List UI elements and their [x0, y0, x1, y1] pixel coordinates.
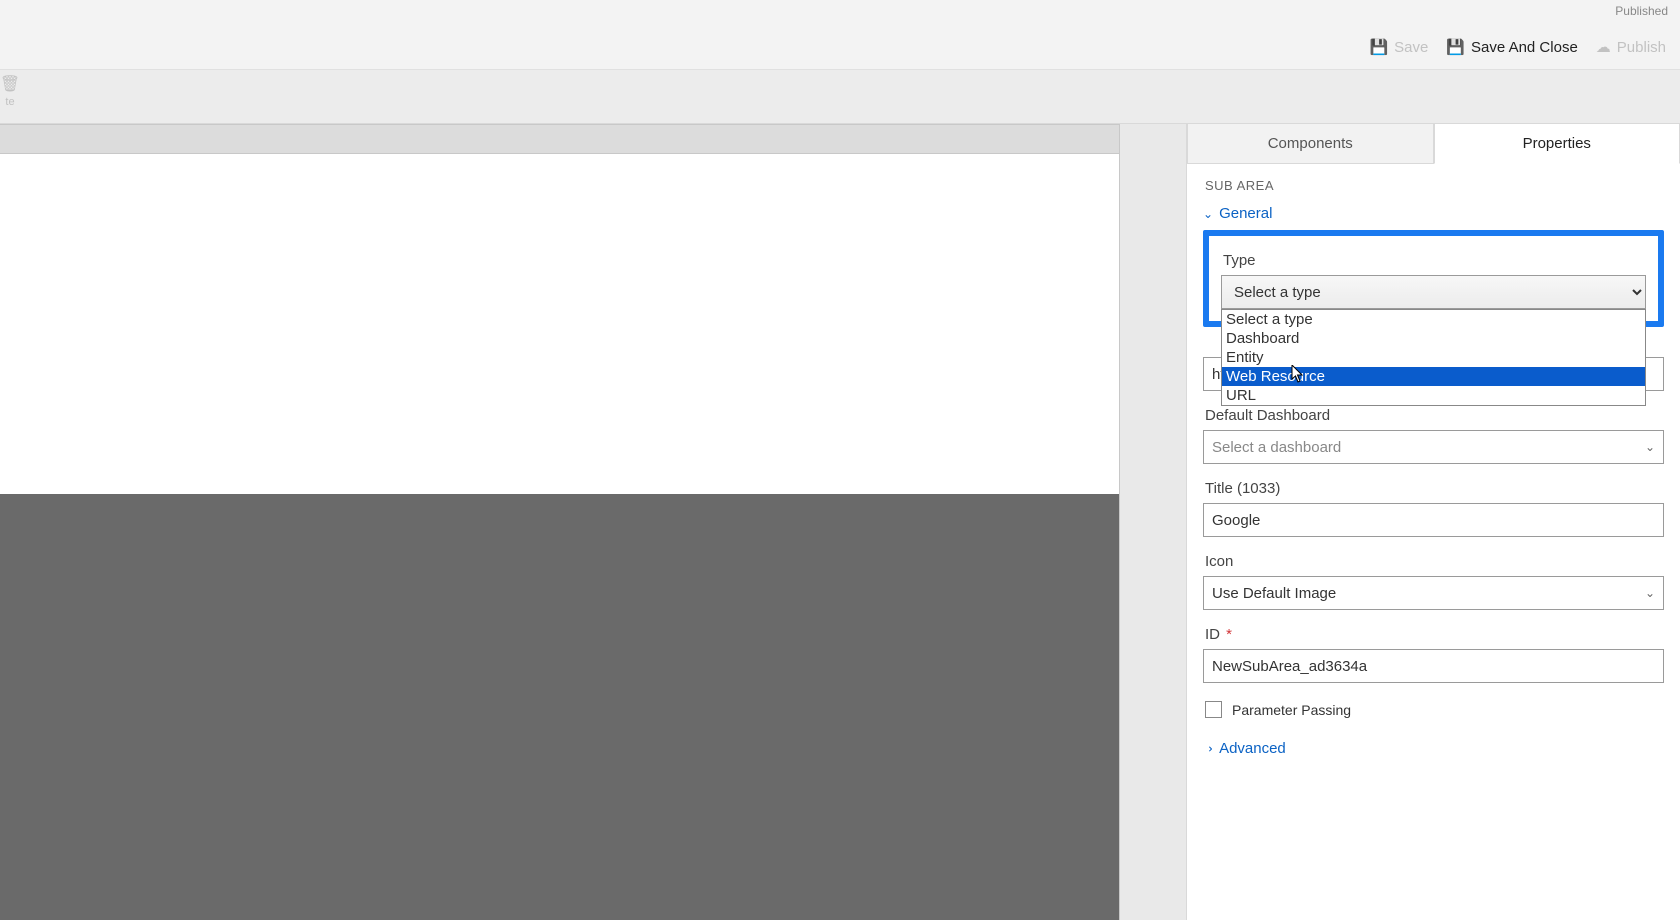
save-and-close-button[interactable]: 💾 Save And Close — [1446, 39, 1577, 56]
tab-components-label: Components — [1268, 135, 1353, 152]
chevron-right-icon: ⌄ — [1201, 743, 1215, 753]
status-published: Published — [1615, 4, 1668, 18]
default-dashboard-label: Default Dashboard — [1205, 407, 1664, 424]
default-dashboard-placeholder: Select a dashboard — [1212, 439, 1341, 456]
tab-properties[interactable]: Properties — [1434, 124, 1680, 164]
id-label: ID * — [1205, 626, 1664, 643]
publish-label: Publish — [1617, 39, 1666, 56]
icon-select-value: Use Default Image — [1212, 585, 1336, 602]
type-dropdown-list: Select a type Dashboard Entity Web Resou… — [1221, 309, 1646, 406]
delete-label: te — [5, 96, 14, 108]
type-label: Type — [1223, 252, 1646, 269]
section-title: SUB AREA — [1205, 178, 1664, 193]
chevron-down-icon: ⌄ — [1203, 207, 1213, 221]
accordion-general-label: General — [1219, 205, 1272, 222]
trash-icon: 🗑 — [0, 76, 30, 94]
id-label-text: ID — [1205, 626, 1220, 643]
type-highlight-box: Type Select a type Select a type Dashboa… — [1203, 230, 1664, 327]
chevron-down-icon: ⌄ — [1645, 586, 1655, 600]
required-mark: * — [1226, 626, 1232, 643]
parameter-passing-checkbox[interactable] — [1205, 701, 1222, 718]
icon-label: Icon — [1205, 553, 1664, 570]
type-option-entity[interactable]: Entity — [1222, 348, 1645, 367]
tab-components[interactable]: Components — [1187, 124, 1434, 164]
save-close-icon: 💾 — [1446, 40, 1465, 55]
canvas-empty — [0, 494, 1120, 920]
type-option-dashboard[interactable]: Dashboard — [1222, 329, 1645, 348]
title-label: Title (1033) — [1205, 480, 1664, 497]
canvas-header — [0, 124, 1120, 154]
save-label: Save — [1394, 39, 1428, 56]
save-icon: 💾 — [1369, 40, 1388, 55]
title-input[interactable] — [1203, 503, 1664, 537]
default-dashboard-select[interactable]: Select a dashboard ⌄ — [1203, 430, 1664, 464]
action-bar: 💾 Save 💾 Save And Close ☁ Publish — [0, 26, 1680, 70]
save-close-label: Save And Close — [1471, 39, 1578, 56]
canvas-body[interactable] — [0, 154, 1120, 494]
type-option-web-resource[interactable]: Web Resource — [1222, 367, 1645, 386]
publish-icon: ☁ — [1596, 40, 1611, 55]
chevron-down-icon: ⌄ — [1645, 440, 1655, 454]
type-option-url[interactable]: URL — [1222, 386, 1645, 405]
publish-button: ☁ Publish — [1596, 39, 1666, 56]
icon-select[interactable]: Use Default Image ⌄ — [1203, 576, 1664, 610]
type-select[interactable]: Select a type — [1221, 275, 1646, 309]
secondary-toolbar: 🗑 te — [0, 70, 1680, 124]
sitemap-canvas — [0, 124, 1120, 920]
tab-properties-label: Properties — [1523, 135, 1591, 152]
accordion-advanced-label: Advanced — [1219, 740, 1286, 757]
save-button: 💾 Save — [1369, 39, 1428, 56]
type-option-placeholder-item[interactable]: Select a type — [1222, 310, 1645, 329]
accordion-advanced[interactable]: ⌄ Advanced — [1203, 740, 1664, 757]
parameter-passing-label: Parameter Passing — [1232, 702, 1351, 718]
id-input[interactable] — [1203, 649, 1664, 683]
accordion-general[interactable]: ⌄ General — [1203, 205, 1664, 222]
delete-button: 🗑 te — [0, 76, 30, 108]
properties-panel: Components Properties SUB AREA ⌄ General… — [1186, 124, 1680, 920]
